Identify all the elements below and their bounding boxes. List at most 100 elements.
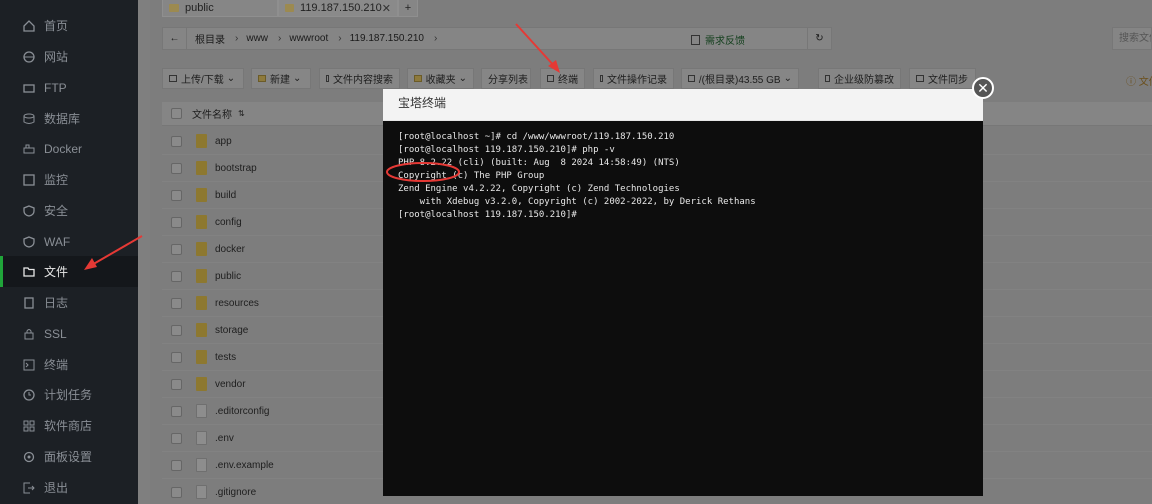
sidebar-item[interactable]: FTP xyxy=(0,72,138,103)
row-checkbox[interactable] xyxy=(171,243,182,255)
close-icon: ✕ xyxy=(977,80,989,96)
sidebar-item[interactable]: SSL xyxy=(0,318,138,349)
row-checkbox[interactable] xyxy=(171,405,182,417)
sidebar-item-label: 终端 xyxy=(44,358,69,372)
monitor-icon xyxy=(22,173,36,187)
terminal-icon xyxy=(547,75,554,82)
row-checkbox[interactable] xyxy=(171,162,182,174)
sidebar-item[interactable]: 文件 xyxy=(0,256,138,287)
terminal-line: PHP 8.2.22 (cli) (built: Aug 8 2024 14:5… xyxy=(398,158,680,168)
row-checkbox[interactable] xyxy=(171,486,182,498)
breadcrumb-item[interactable]: 119.187.150.210 xyxy=(350,33,424,44)
file-name[interactable]: build xyxy=(215,190,236,201)
column-header-name[interactable]: 文件名称 xyxy=(192,106,232,121)
tab-label: public xyxy=(185,2,214,14)
close-icon[interactable]: ✕ xyxy=(382,2,391,15)
lock-icon xyxy=(825,75,830,82)
row-checkbox[interactable] xyxy=(171,297,182,309)
gear-icon xyxy=(22,450,36,464)
file-name[interactable]: .gitignore xyxy=(215,487,256,498)
folder-icon xyxy=(196,188,207,202)
file-name[interactable]: public xyxy=(215,271,241,282)
breadcrumb-item[interactable]: 根目录 xyxy=(195,31,225,46)
breadcrumb-item[interactable]: wwwroot xyxy=(289,33,328,44)
store-icon xyxy=(22,419,36,433)
upload-button[interactable]: 上传/下载 ⌄ xyxy=(162,68,244,89)
search-input[interactable]: 搜索文件/目录 xyxy=(1112,27,1152,50)
sidebar-item-label: 退出 xyxy=(44,481,69,495)
sidebar-item[interactable]: 计划任务 xyxy=(0,379,138,410)
row-checkbox[interactable] xyxy=(171,324,182,336)
content-search-label: 文件内容搜索 xyxy=(333,75,393,86)
terminal-line: Zend Engine v4.2.22, Copyright (c) Zend … xyxy=(398,184,680,194)
file-name[interactable]: vendor xyxy=(215,379,246,390)
tab-current[interactable]: 119.187.150.210 ✕ xyxy=(278,0,398,17)
sidebar-item[interactable]: 面板设置 xyxy=(0,441,138,472)
chevron-down-icon: ⌄ xyxy=(293,73,302,84)
sidebar-item[interactable]: 退出 xyxy=(0,472,138,503)
sidebar-item[interactable]: 首页 xyxy=(0,10,138,41)
row-checkbox[interactable] xyxy=(171,378,182,390)
breadcrumb-item[interactable]: www xyxy=(246,33,268,44)
sync-button[interactable]: 文件同步 xyxy=(909,68,976,89)
breadcrumb: 根目录 › xyxy=(195,31,238,46)
file-name[interactable]: .env xyxy=(215,433,234,444)
content-search-button[interactable]: 文件内容搜索 xyxy=(319,68,400,89)
file-name[interactable]: .editorconfig xyxy=(215,406,269,417)
row-checkbox[interactable] xyxy=(171,351,182,363)
file-icon xyxy=(196,431,207,445)
file-name[interactable]: storage xyxy=(215,325,248,336)
sidebar-item-label: 日志 xyxy=(44,296,69,310)
file-name[interactable]: .env.example xyxy=(215,460,274,471)
sort-icon[interactable]: ⇅ xyxy=(238,109,245,118)
row-checkbox[interactable] xyxy=(171,432,182,444)
refresh-icon[interactable]: ↻ xyxy=(807,28,831,49)
favorites-button[interactable]: 收藏夹 ⌄ xyxy=(407,68,474,89)
file-name[interactable]: resources xyxy=(215,298,259,309)
sidebar-item[interactable]: 网站 xyxy=(0,41,138,72)
new-label: 新建 xyxy=(270,75,290,86)
row-checkbox[interactable] xyxy=(171,189,182,201)
row-checkbox[interactable] xyxy=(171,135,182,147)
row-checkbox[interactable] xyxy=(171,459,182,471)
file-name[interactable]: bootstrap xyxy=(215,163,257,174)
sidebar-item[interactable]: 软件商店 xyxy=(0,410,138,441)
sidebar-item[interactable]: 数据库 xyxy=(0,103,138,134)
row-checkbox[interactable] xyxy=(171,270,182,282)
sidebar-item-label: WAF xyxy=(44,234,71,249)
sidebar-item[interactable]: Docker xyxy=(0,133,138,164)
new-folder-icon xyxy=(258,75,266,82)
folder-icon xyxy=(196,134,207,148)
terminal-button[interactable]: 终端 xyxy=(540,68,585,89)
feedback-link[interactable]: 需求反馈 xyxy=(691,32,745,47)
disk-button[interactable]: /(根目录)43.55 GB ⌄ xyxy=(681,68,799,89)
add-tab-button[interactable]: + xyxy=(398,0,418,17)
close-modal-button[interactable]: ✕ xyxy=(972,77,994,99)
folder-icon xyxy=(196,350,207,364)
new-button[interactable]: 新建 ⌄ xyxy=(251,68,311,89)
tip-text[interactable]: ⓘ 文件 xyxy=(1126,73,1152,88)
file-name[interactable]: tests xyxy=(215,352,236,363)
sidebar-item[interactable]: 日志 xyxy=(0,287,138,318)
select-all-checkbox[interactable] xyxy=(171,108,182,119)
file-name[interactable]: app xyxy=(215,136,232,147)
row-checkbox[interactable] xyxy=(171,216,182,228)
upload-icon xyxy=(169,75,177,82)
op-log-button[interactable]: 文件操作记录 xyxy=(593,68,674,89)
tamper-button[interactable]: 企业级防篡改 xyxy=(818,68,901,89)
file-name[interactable]: docker xyxy=(215,244,245,255)
terminal-output[interactable]: [root@localhost ~]# cd /www/wwwroot/119.… xyxy=(383,121,983,496)
sidebar-item[interactable]: 终端 xyxy=(0,349,138,380)
file-tabs: public 119.187.150.210 ✕ + xyxy=(162,0,418,17)
back-arrow-icon[interactable]: ← xyxy=(163,28,187,49)
sidebar-item-label: 首页 xyxy=(44,19,69,33)
sidebar-item[interactable]: 安全 xyxy=(0,195,138,226)
share-list-button[interactable]: 分享列表 xyxy=(481,68,531,89)
sidebar-item-label: 数据库 xyxy=(44,112,81,126)
file-icon xyxy=(196,404,207,418)
sync-icon xyxy=(916,75,924,82)
sidebar-item[interactable]: WAF xyxy=(0,226,138,257)
tab-public[interactable]: public xyxy=(162,0,278,17)
sidebar-item[interactable]: 监控 xyxy=(0,164,138,195)
file-name[interactable]: config xyxy=(215,217,242,228)
